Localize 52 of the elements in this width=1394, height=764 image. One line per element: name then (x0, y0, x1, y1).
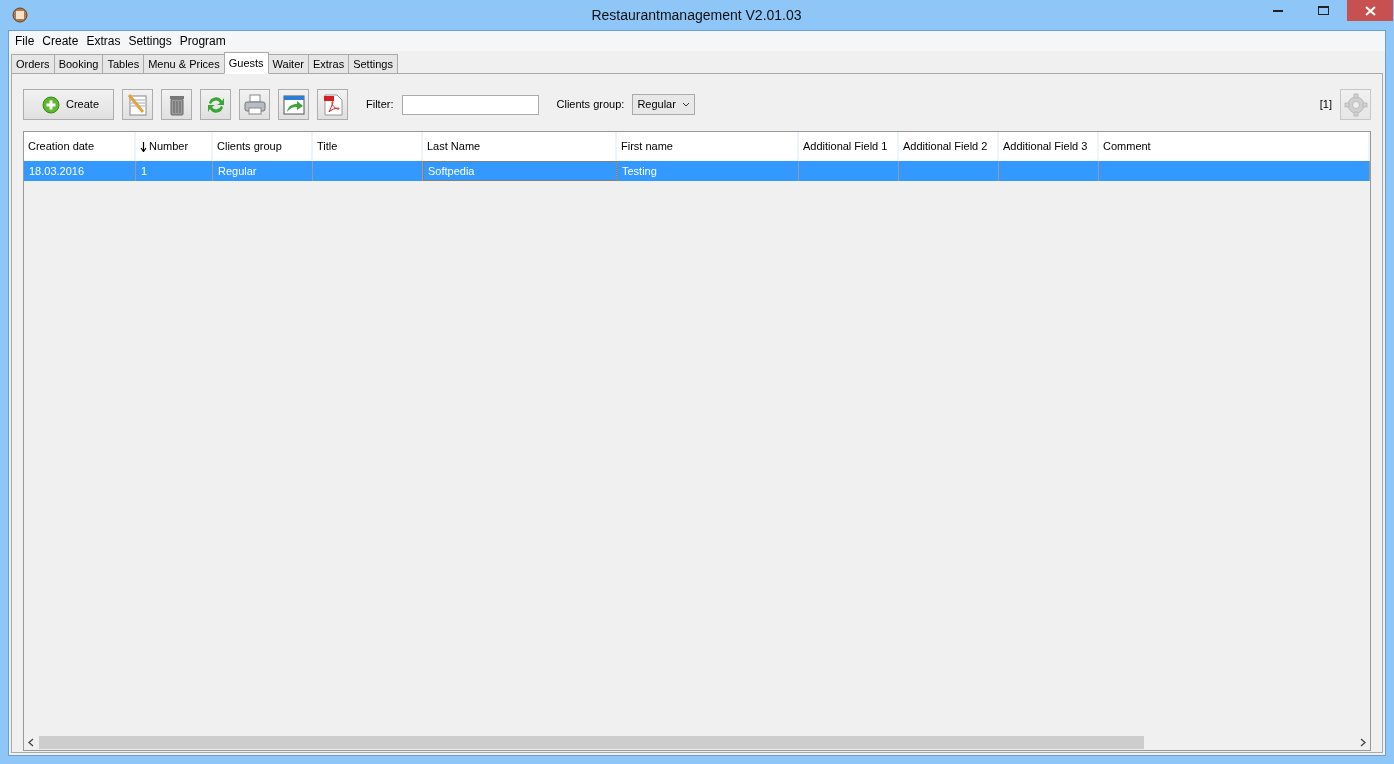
tab[interactable]: Booking (53, 54, 104, 74)
column-header[interactable]: Additional Field 2 (899, 132, 999, 161)
table-cell: Regular (213, 161, 313, 181)
menu-item[interactable]: Extras (82, 32, 125, 50)
tab[interactable]: Waiter (267, 54, 309, 74)
printer-icon (242, 92, 267, 117)
refresh-button[interactable] (200, 89, 231, 120)
window-title: Restaurantmanagement V2.01.03 (590, 5, 803, 25)
clients-group-label: Clients group: (556, 97, 625, 113)
app-icon (12, 7, 28, 23)
tab[interactable]: Orders (11, 54, 55, 74)
window-arrow-button[interactable] (278, 89, 309, 120)
tab[interactable]: Tables (102, 54, 145, 74)
pdf-file-button[interactable] (317, 89, 348, 120)
record-count: [1] (1319, 97, 1332, 113)
plus-icon (42, 95, 60, 114)
column-header[interactable]: Clients group (213, 132, 313, 161)
column-header[interactable]: Creation date (24, 132, 136, 161)
menu-item[interactable]: File (11, 32, 39, 50)
gear-icon (1343, 92, 1368, 117)
tab[interactable]: Extras (307, 54, 350, 74)
scrollbar-thumb[interactable] (39, 736, 1145, 749)
close-icon (1364, 5, 1376, 16)
minimize-icon (1273, 9, 1283, 12)
table-cell: Testing (617, 161, 799, 181)
column-header[interactable]: Comment (1099, 132, 1370, 161)
column-header[interactable]: Additional Field 3 (999, 132, 1099, 161)
column-header[interactable]: Additional Field 1 (799, 132, 899, 161)
clients-group-dropdown[interactable]: Regular (632, 94, 695, 115)
column-header[interactable]: Title (313, 132, 423, 161)
trash-can-button[interactable] (161, 89, 192, 120)
filter-field[interactable] (401, 94, 539, 115)
create-button[interactable]: Create (23, 89, 114, 120)
table-cell: 18.03.2016 (24, 161, 136, 181)
menu-item[interactable]: Settings (124, 32, 176, 50)
notepad-pencil-button[interactable] (122, 89, 153, 120)
tab[interactable]: Settings (348, 54, 398, 74)
table-cell: 1 (136, 161, 213, 181)
notepad-pencil-icon (125, 92, 150, 117)
column-header[interactable]: First name (617, 132, 799, 161)
caret-icon (681, 101, 690, 108)
filter-label: Filter: (366, 97, 394, 113)
tab[interactable]: Menu & Prices (143, 54, 225, 74)
printer-button[interactable] (239, 89, 270, 120)
menu-item[interactable]: Create (38, 32, 83, 50)
maximize-icon (1318, 5, 1330, 16)
table-cell: Softpedia (423, 161, 617, 181)
menu-item[interactable]: Program (175, 32, 230, 50)
column-header[interactable]: Last Name (423, 132, 617, 161)
column-header[interactable]: Number (136, 132, 213, 161)
close-button[interactable] (1347, 0, 1393, 21)
tab[interactable]: Guests (223, 52, 269, 74)
